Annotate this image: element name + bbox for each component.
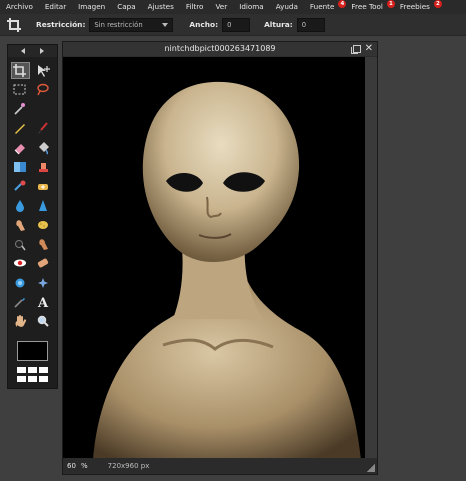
sponge-icon[interactable] <box>34 216 53 233</box>
zoom-unit: % <box>81 462 88 470</box>
eraser-icon[interactable] <box>11 139 30 156</box>
notification-badge: 2 <box>433 0 442 8</box>
menu-label: Freebies <box>399 2 430 11</box>
height-label: Altura: <box>264 20 293 29</box>
crop-icon[interactable] <box>6 17 22 33</box>
image-canvas[interactable] <box>63 57 366 460</box>
menu-capa[interactable]: Capa <box>111 0 141 14</box>
menu-filtro[interactable]: Filtro <box>180 0 210 14</box>
menu-label: Idioma <box>239 2 264 11</box>
menu-editar[interactable]: Editar <box>39 0 72 14</box>
vertical-scrollbar[interactable] <box>365 57 377 460</box>
menu-label: Fuente <box>309 2 335 11</box>
menu-ayuda[interactable]: Ayuda <box>270 0 304 14</box>
width-field[interactable]: 0 <box>222 17 251 32</box>
color-replace-icon[interactable] <box>11 178 30 195</box>
options-bar: Restricción: Sin restricción Ancho: 0 Al… <box>0 14 466 36</box>
resize-handle[interactable] <box>367 464 375 472</box>
image-title: nintchdbpict000263471089 <box>164 44 276 53</box>
image-status-bar: 60 % 720x960 px <box>63 458 377 474</box>
menu-ver[interactable]: Ver <box>209 0 233 14</box>
maximize-icon[interactable] <box>351 45 361 54</box>
zoom-field[interactable]: 60 <box>67 462 81 470</box>
restriction-value: Sin restricción <box>94 20 143 29</box>
pinch-icon[interactable] <box>34 274 53 291</box>
image-window-titlebar[interactable]: nintchdbpict000263471089 ✕ <box>63 42 377 56</box>
arrow-right-icon[interactable] <box>39 48 44 54</box>
view-mode-grid-icon[interactable] <box>17 367 48 382</box>
red-eye-icon[interactable] <box>11 255 30 272</box>
foreground-color-swatch[interactable] <box>17 341 48 361</box>
burn-icon[interactable] <box>11 236 30 253</box>
hand-icon[interactable] <box>11 313 30 330</box>
spot-heal-icon[interactable] <box>34 255 53 272</box>
type-icon[interactable]: A <box>34 294 53 311</box>
pencil-icon[interactable] <box>11 120 30 137</box>
menu-imagen[interactable]: Imagen <box>72 0 111 14</box>
height-field[interactable]: 0 <box>296 17 325 32</box>
chevron-down-icon <box>162 22 169 27</box>
menu-ajustes[interactable]: Ajustes <box>142 0 180 14</box>
svg-text:A: A <box>37 296 49 310</box>
menu-label: Archivo <box>6 2 33 11</box>
menu-label: Imagen <box>78 2 106 11</box>
dodge-icon[interactable] <box>34 236 53 253</box>
sharpen-icon[interactable] <box>34 197 53 214</box>
tool-empty-slot <box>34 101 53 118</box>
smudge-icon[interactable] <box>11 216 30 233</box>
brush-icon[interactable] <box>34 120 53 137</box>
menu-fuente[interactable]: Fuente 4 <box>304 0 347 14</box>
lasso-icon[interactable] <box>34 81 53 98</box>
menu-archivo[interactable]: Archivo <box>0 0 39 14</box>
magic-wand-icon[interactable] <box>11 101 30 118</box>
tool-grid: A <box>8 57 57 332</box>
zoom-icon[interactable] <box>34 313 53 330</box>
width-label: Ancho: <box>189 20 219 29</box>
menu-freebies[interactable]: Freebies 2 <box>394 0 442 14</box>
marquee-icon[interactable] <box>11 81 30 98</box>
alien-figure-image <box>63 57 366 460</box>
paint-bucket-icon[interactable] <box>34 139 53 156</box>
image-dimensions: 720x960 px <box>107 462 150 470</box>
crop-icon[interactable] <box>10 62 30 79</box>
healing-icon[interactable] <box>34 178 53 195</box>
gradient-icon[interactable] <box>11 158 30 175</box>
restriction-select[interactable]: Sin restricción <box>89 17 174 32</box>
bloat-icon[interactable] <box>11 274 30 291</box>
menu-label: Filtro <box>185 2 204 11</box>
menu-idioma[interactable]: Idioma <box>233 0 269 14</box>
menu-label: Free Tool <box>351 2 383 11</box>
image-window: nintchdbpict000263471089 ✕ 60 % 720x960 … <box>62 41 378 475</box>
clone-stamp-icon[interactable] <box>34 158 53 175</box>
arrow-left-icon[interactable] <box>21 48 26 54</box>
menu-free-tool[interactable]: Free Tool 1 <box>345 0 395 14</box>
move-icon[interactable] <box>34 62 53 79</box>
color-picker-icon[interactable] <box>11 294 30 311</box>
toolbox-header[interactable] <box>8 45 57 57</box>
menu-label: Ver <box>215 2 228 11</box>
menu-label: Editar <box>44 2 67 11</box>
close-icon[interactable]: ✕ <box>365 43 373 55</box>
blur-icon[interactable] <box>11 197 30 214</box>
menu-label: Ayuda <box>275 2 298 11</box>
restriction-label: Restricción: <box>36 20 86 29</box>
menu-label: Ajustes <box>147 2 174 11</box>
menu-bar: Archivo Editar Imagen Capa Ajustes Filtro Ver I… <box>0 0 466 14</box>
toolbox: A <box>7 44 58 389</box>
menu-label: Capa <box>117 2 136 11</box>
